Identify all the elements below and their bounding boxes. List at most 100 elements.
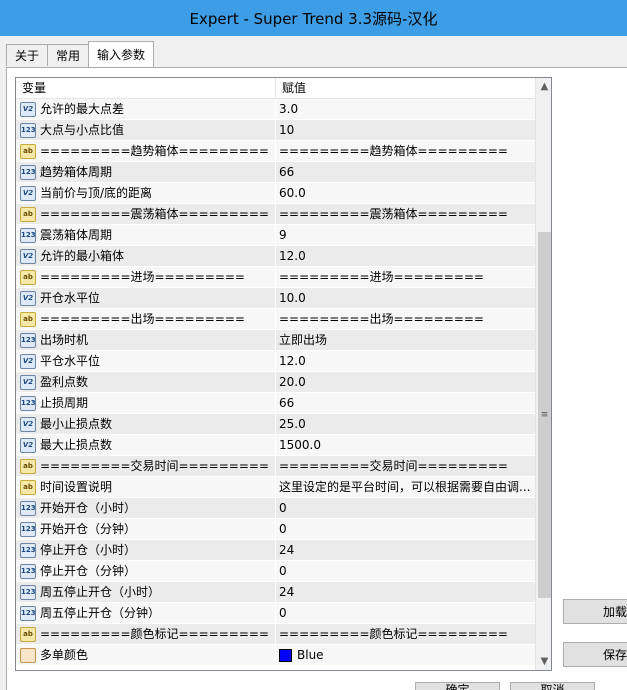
- table-row[interactable]: 123 停止开仓（分钟） 0: [16, 561, 535, 582]
- variable-cell: V2 最大止损点数: [16, 435, 276, 456]
- variable-value: 12.0: [279, 354, 306, 368]
- value-cell[interactable]: 10: [276, 120, 535, 141]
- variable-cell: 123 大点与小点比值: [16, 120, 276, 141]
- variable-cell: ab =========出场=========: [16, 309, 276, 330]
- variable-cell: ab =========震荡箱体=========: [16, 204, 276, 225]
- variable-cell: V2 当前价与顶/底的距离: [16, 183, 276, 204]
- value-cell[interactable]: =========进场=========: [276, 267, 535, 288]
- double-type-icon: V2: [20, 249, 36, 264]
- value-cell[interactable]: 9: [276, 225, 535, 246]
- value-cell[interactable]: 3.0: [276, 99, 535, 120]
- variable-name: =========趋势箱体=========: [40, 144, 269, 158]
- column-header-variable[interactable]: 变量: [16, 78, 276, 99]
- table-row[interactable]: 123 出场时机 立即出场: [16, 330, 535, 351]
- table-row[interactable]: 123 趋势箱体周期 66: [16, 162, 535, 183]
- double-type-icon: V2: [20, 291, 36, 306]
- save-button[interactable]: 保存: [563, 642, 627, 667]
- double-type-icon: V2: [20, 438, 36, 453]
- integer-type-icon: 123: [20, 522, 36, 537]
- variable-value: 3.0: [279, 102, 299, 116]
- value-cell[interactable]: 12.0: [276, 246, 535, 267]
- table-row[interactable]: V2 允许的最小箱体 12.0: [16, 246, 535, 267]
- table-row[interactable]: ab =========交易时间========= =========交易时间===…: [16, 456, 535, 477]
- table-row[interactable]: 123 周五停止开仓（小时） 24: [16, 582, 535, 603]
- variable-cell: V2 平仓水平位: [16, 351, 276, 372]
- table-row[interactable]: ab =========出场========= =========出场=======…: [16, 309, 535, 330]
- tab-common[interactable]: 常用: [47, 44, 90, 66]
- value-cell[interactable]: 这里设定的是平台时间，可以根据需要自由调...: [276, 477, 535, 498]
- value-cell[interactable]: 66: [276, 393, 535, 414]
- variable-cell: ab 时间设置说明: [16, 477, 276, 498]
- parameters-grid: 变量 赋值 V2 允许的最大点差 3.0 123 大点与小点比值 10 ab ========…: [15, 77, 552, 671]
- value-cell[interactable]: =========趋势箱体=========: [276, 141, 535, 162]
- table-row[interactable]: ab 时间设置说明 这里设定的是平台时间，可以根据需要自由调...: [16, 477, 535, 498]
- table-row[interactable]: ab =========趋势箱体========= =========趋势箱体===…: [16, 141, 535, 162]
- value-cell[interactable]: 24: [276, 540, 535, 561]
- string-type-icon: ab: [20, 270, 36, 285]
- value-cell[interactable]: 1500.0: [276, 435, 535, 456]
- value-cell[interactable]: 立即出场: [276, 330, 535, 351]
- table-row[interactable]: 123 开始开仓（小时） 0: [16, 498, 535, 519]
- value-cell[interactable]: 25.0: [276, 414, 535, 435]
- table-row[interactable]: ab =========震荡箱体========= =========震荡箱体===…: [16, 204, 535, 225]
- table-row[interactable]: 123 开始开仓（分钟） 0: [16, 519, 535, 540]
- color-swatch: [279, 649, 292, 662]
- variable-value: 9: [279, 228, 287, 242]
- variable-value: 20.0: [279, 375, 306, 389]
- value-cell[interactable]: Blue: [276, 645, 535, 666]
- value-cell[interactable]: 24: [276, 582, 535, 603]
- tab-about[interactable]: 关于: [6, 44, 49, 66]
- value-cell[interactable]: 60.0: [276, 183, 535, 204]
- scroll-down-arrow-icon[interactable]: ▼: [536, 653, 551, 670]
- variable-value: 0: [279, 522, 287, 536]
- variable-value: 24: [279, 543, 295, 557]
- table-row[interactable]: V2 盈利点数 20.0: [16, 372, 535, 393]
- variable-name: 周五停止开仓（小时）: [40, 585, 161, 599]
- scrollbar-thumb[interactable]: ≡: [538, 232, 551, 598]
- table-row[interactable]: 123 大点与小点比值 10: [16, 120, 535, 141]
- table-row[interactable]: V2 最大止损点数 1500.0: [16, 435, 535, 456]
- table-row[interactable]: 123 停止开仓（小时） 24: [16, 540, 535, 561]
- value-cell[interactable]: 66: [276, 162, 535, 183]
- load-button[interactable]: 加载: [563, 599, 627, 624]
- variable-cell: 多单颜色: [16, 645, 276, 666]
- variable-value: 这里设定的是平台时间，可以根据需要自由调...: [279, 480, 531, 494]
- table-row[interactable]: V2 开仓水平位 10.0: [16, 288, 535, 309]
- table-row[interactable]: V2 当前价与顶/底的距离 60.0: [16, 183, 535, 204]
- value-cell[interactable]: =========颜色标记=========: [276, 624, 535, 645]
- integer-type-icon: 123: [20, 543, 36, 558]
- variable-value: 24: [279, 585, 295, 599]
- table-row[interactable]: 多单颜色 Blue: [16, 645, 535, 666]
- value-cell[interactable]: 12.0: [276, 351, 535, 372]
- value-cell[interactable]: =========交易时间=========: [276, 456, 535, 477]
- value-cell[interactable]: 0: [276, 603, 535, 624]
- scroll-up-arrow-icon[interactable]: ▲: [536, 78, 551, 95]
- ok-button[interactable]: 确定: [415, 682, 500, 690]
- value-cell[interactable]: 0: [276, 561, 535, 582]
- table-row[interactable]: 123 震荡箱体周期 9: [16, 225, 535, 246]
- variable-cell: 123 趋势箱体周期: [16, 162, 276, 183]
- cancel-button[interactable]: 取消: [510, 682, 595, 690]
- value-cell[interactable]: =========震荡箱体=========: [276, 204, 535, 225]
- tab-inputs[interactable]: 输入参数: [88, 41, 155, 67]
- value-cell[interactable]: =========出场=========: [276, 309, 535, 330]
- table-row[interactable]: ab =========进场========= =========进场=======…: [16, 267, 535, 288]
- table-row[interactable]: V2 最小止损点数 25.0: [16, 414, 535, 435]
- integer-type-icon: 123: [20, 333, 36, 348]
- table-row[interactable]: 123 止损周期 66: [16, 393, 535, 414]
- table-row[interactable]: ab =========颜色标记========= =========颜色标记===…: [16, 624, 535, 645]
- integer-type-icon: 123: [20, 123, 36, 138]
- variable-name: 开始开仓（小时）: [40, 501, 137, 515]
- string-type-icon: ab: [20, 207, 36, 222]
- color-type-icon: [20, 648, 36, 663]
- value-cell[interactable]: 0: [276, 498, 535, 519]
- value-cell[interactable]: 20.0: [276, 372, 535, 393]
- table-row[interactable]: 123 周五停止开仓（分钟） 0: [16, 603, 535, 624]
- vertical-scrollbar[interactable]: ▲ ≡ ▼: [535, 78, 551, 670]
- column-header-value[interactable]: 赋值: [276, 78, 306, 99]
- variable-name: =========进场=========: [40, 270, 245, 284]
- table-row[interactable]: V2 允许的最大点差 3.0: [16, 99, 535, 120]
- table-row[interactable]: V2 平仓水平位 12.0: [16, 351, 535, 372]
- value-cell[interactable]: 0: [276, 519, 535, 540]
- value-cell[interactable]: 10.0: [276, 288, 535, 309]
